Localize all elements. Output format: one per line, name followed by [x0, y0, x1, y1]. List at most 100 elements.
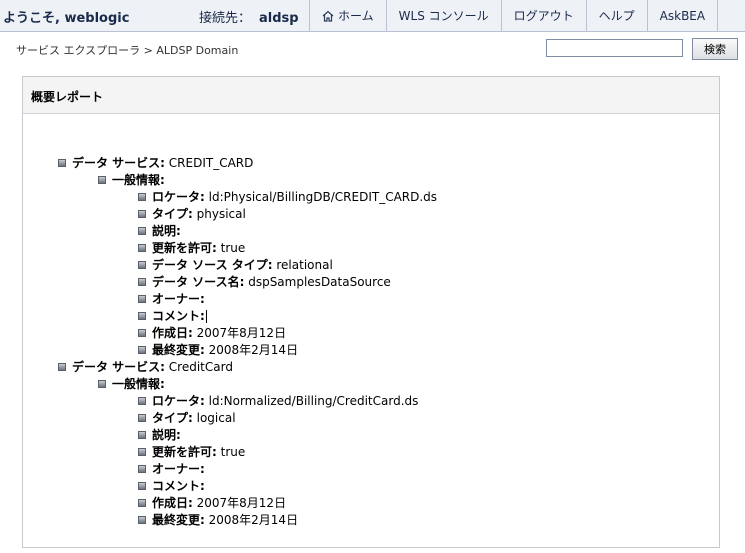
general-info-item-label: 一般情報:: [112, 173, 165, 187]
nav-logout-link[interactable]: ログアウト: [500, 0, 586, 31]
property-item: 最終変更: 2008年2月14日: [23, 342, 719, 359]
search-button[interactable]: 検索: [692, 38, 738, 60]
bullet-icon: [138, 448, 146, 456]
property-item-label: 作成日:: [152, 326, 193, 340]
bullet-icon: [138, 278, 146, 286]
bullet-icon: [138, 414, 146, 422]
property-item-label: コメント:: [152, 479, 205, 493]
property-item-label: データ ソース名:: [152, 275, 245, 289]
data-service-item-label: データ サービス:: [72, 360, 165, 374]
property-item: 作成日: 2007年8月12日: [23, 325, 719, 342]
general-info-item: 一般情報:: [23, 172, 719, 189]
property-item-value: ld:Normalized/Billing/CreditCard.ds: [204, 394, 419, 408]
property-item: ロケータ: ld:Physical/BillingDB/CREDIT_CARD.…: [23, 189, 719, 206]
property-item-label: 説明:: [152, 224, 181, 238]
connect-label: 接続先：: [199, 11, 252, 26]
property-item-value: logical: [192, 411, 236, 425]
property-item-label: 更新を許可:: [152, 241, 217, 255]
bullet-icon: [138, 397, 146, 405]
bullet-icon: [138, 431, 146, 439]
property-item-label: ロケータ:: [152, 394, 205, 408]
connection-info: 接続先： aldsp: [199, 7, 299, 26]
bullet-icon: [58, 363, 66, 371]
property-item-label: オーナー:: [152, 462, 205, 476]
nav-home-label: ホーム: [338, 9, 374, 23]
bullet-icon: [98, 380, 106, 388]
nav-home-link[interactable]: ホーム: [309, 0, 386, 31]
property-item-label: オーナー:: [152, 292, 205, 306]
search-input[interactable]: [546, 39, 683, 57]
bullet-icon: [138, 261, 146, 269]
property-item: コメント:: [23, 308, 719, 325]
property-item-value: 2008年2月14日: [204, 513, 299, 527]
bullet-icon: [138, 499, 146, 507]
bullet-icon: [138, 312, 146, 320]
property-item-value: true: [216, 241, 246, 255]
summary-report-panel: 概要レポート データ サービス: CREDIT_CARD 一般情報: ロケータ: l…: [22, 76, 720, 548]
property-item-label: 最終変更:: [152, 513, 205, 527]
text-cursor: [205, 310, 207, 323]
property-item-label: タイプ:: [152, 411, 193, 425]
connect-value: aldsp: [259, 11, 299, 26]
data-service-item-label: データ サービス:: [72, 156, 165, 170]
data-service-item-value: CREDIT_CARD: [164, 156, 254, 170]
property-item-label: タイプ:: [152, 207, 193, 221]
bullet-icon: [138, 482, 146, 490]
general-info-item-label: 一般情報:: [112, 377, 165, 391]
bullet-icon: [138, 465, 146, 473]
data-service-item: データ サービス: CreditCard: [23, 359, 719, 376]
property-item-label: 作成日:: [152, 496, 193, 510]
property-item-label: 更新を許可:: [152, 445, 217, 459]
property-item-value: ld:Physical/BillingDB/CREDIT_CARD.ds: [204, 190, 438, 204]
top-nav: ホーム WLS コンソール ログアウト ヘルプ AskBEA: [309, 0, 719, 31]
bullet-icon: [138, 193, 146, 201]
property-item: オーナー:: [23, 461, 719, 478]
panel-title: 概要レポート: [23, 77, 719, 114]
bullet-icon: [138, 210, 146, 218]
bullet-icon: [138, 227, 146, 235]
property-item-label: 最終変更:: [152, 343, 205, 357]
property-item-value: relational: [272, 258, 333, 272]
bullet-icon: [58, 159, 66, 167]
property-item: ロケータ: ld:Normalized/Billing/CreditCard.d…: [23, 393, 719, 410]
property-item: 更新を許可: true: [23, 240, 719, 257]
welcome-text: ようこそ, weblogic: [3, 11, 130, 26]
property-item-value: 2007年8月12日: [192, 496, 287, 510]
property-item: タイプ: physical: [23, 206, 719, 223]
data-service-item: データ サービス: CREDIT_CARD: [23, 155, 719, 172]
breadcrumb[interactable]: サービス エクスプローラ > ALDSP Domain: [16, 42, 238, 58]
property-item: 作成日: 2007年8月12日: [23, 495, 719, 512]
bullet-icon: [138, 329, 146, 337]
top-bar: ようこそ, weblogic 接続先： aldsp ホーム WLS コンソール ロ…: [0, 0, 745, 32]
bullet-icon: [138, 516, 146, 524]
home-icon: [322, 10, 334, 22]
report-tree: データ サービス: CREDIT_CARD 一般情報: ロケータ: ld:Physi…: [23, 155, 719, 529]
property-item-value: true: [216, 445, 246, 459]
nav-wls-console-link[interactable]: WLS コンソール: [385, 0, 501, 31]
property-item-value: 2007年8月12日: [192, 326, 287, 340]
property-item: 説明:: [23, 223, 719, 240]
data-service-item-value: CreditCard: [164, 360, 233, 374]
property-item-label: ロケータ:: [152, 190, 205, 204]
property-item-label: コメント:: [152, 309, 205, 323]
bullet-icon: [138, 295, 146, 303]
property-item: オーナー:: [23, 291, 719, 308]
bullet-icon: [98, 176, 106, 184]
property-item: タイプ: logical: [23, 410, 719, 427]
bullet-icon: [138, 346, 146, 354]
property-item: 更新を許可: true: [23, 444, 719, 461]
property-item: データ ソース タイプ: relational: [23, 257, 719, 274]
property-item-value: 2008年2月14日: [204, 343, 299, 357]
property-item: コメント:: [23, 478, 719, 495]
property-item: 最終変更: 2008年2月14日: [23, 512, 719, 529]
property-item: 説明:: [23, 427, 719, 444]
property-item-label: 説明:: [152, 428, 181, 442]
bullet-icon: [138, 244, 146, 252]
property-item-value: physical: [192, 207, 246, 221]
property-item-value: dspSamplesDataSource: [244, 275, 391, 289]
nav-askbea-link[interactable]: AskBEA: [646, 0, 719, 31]
property-item-label: データ ソース タイプ:: [152, 258, 273, 272]
general-info-item: 一般情報:: [23, 376, 719, 393]
nav-help-link[interactable]: ヘルプ: [585, 0, 647, 31]
property-item: データ ソース名: dspSamplesDataSource: [23, 274, 719, 291]
